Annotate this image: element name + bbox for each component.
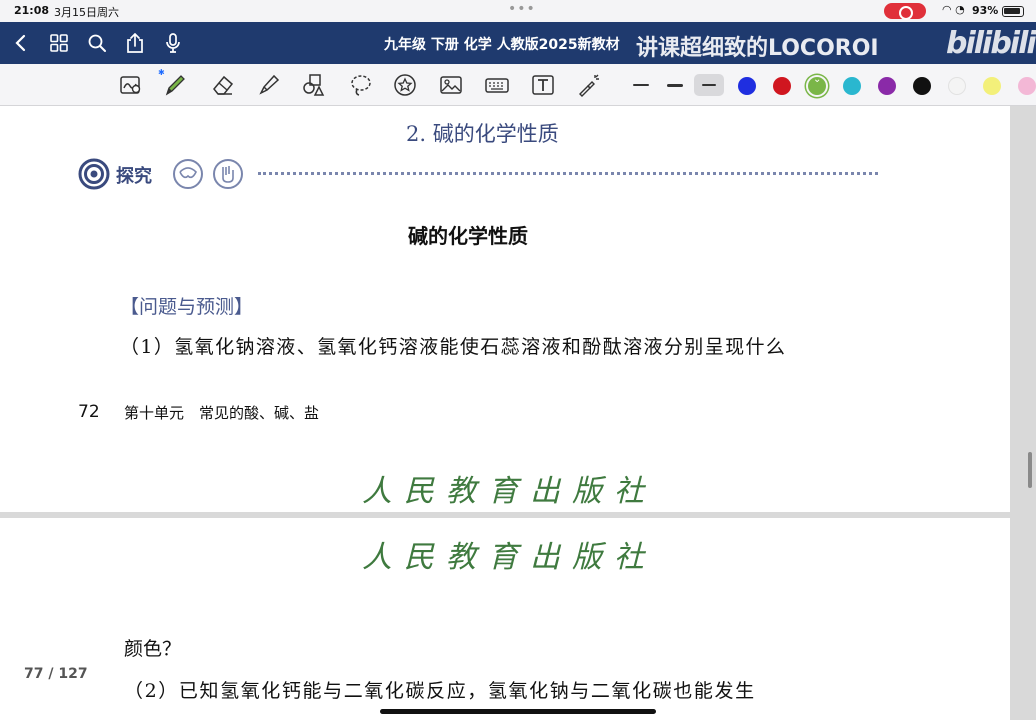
publisher-logo: 人民教育出版社	[362, 540, 656, 575]
shapes-icon[interactable]	[300, 72, 326, 98]
explore-label: 探究	[116, 166, 152, 187]
scrollbar-thumb[interactable]	[1028, 452, 1032, 488]
screen-record-icon[interactable]	[884, 3, 926, 20]
stroke-medium[interactable]	[660, 74, 690, 96]
eraser-icon[interactable]	[210, 72, 236, 98]
battery-percent: 93%	[972, 4, 999, 17]
search-icon[interactable]	[84, 30, 110, 56]
color-yellow[interactable]	[983, 77, 1001, 95]
target-icon	[78, 158, 110, 190]
nav-bar: 九年级 下册 化学 人教版2025新教材 讲课超细致的LOCOROI bilib…	[0, 22, 1036, 64]
color-red[interactable]	[773, 77, 791, 95]
section-title: 2. 碱的化学性质	[406, 122, 559, 146]
back-icon[interactable]	[8, 30, 34, 56]
divider-dotted	[258, 172, 878, 175]
hands-icon	[213, 159, 243, 189]
paragraph-2: （2）已知氢氧化钙能与二氧化碳反应，氢氧化钠与二氧化碳也能发生	[124, 680, 756, 702]
grid-icon[interactable]	[46, 30, 72, 56]
video-overlay-caption: 讲课超细致的LOCOROI	[636, 36, 879, 61]
beaker-icon	[173, 159, 203, 189]
keyboard-icon[interactable]	[484, 72, 510, 98]
publisher-logo: 人民教育出版社	[362, 474, 656, 509]
pen-icon[interactable]	[162, 72, 188, 98]
bilibili-watermark: bilibili	[946, 26, 1036, 61]
page-footer-text: 第十单元 常见的酸、碱、盐	[124, 404, 320, 422]
textbox-icon[interactable]	[530, 72, 556, 98]
mic-icon[interactable]	[160, 30, 186, 56]
color-green-selected[interactable]	[808, 74, 826, 95]
lasso-zoom-icon[interactable]	[118, 72, 144, 98]
color-black[interactable]	[913, 77, 931, 95]
paragraph-continued: 颜色？	[124, 638, 182, 660]
color-white[interactable]	[948, 77, 966, 95]
sticker-icon[interactable]	[392, 72, 418, 98]
image-icon[interactable]	[438, 72, 464, 98]
stroke-thin[interactable]	[626, 74, 656, 96]
wifi-icon: ◠ ◔	[942, 3, 965, 16]
lasso-icon[interactable]	[348, 72, 374, 98]
color-purple[interactable]	[878, 77, 896, 95]
stroke-thick[interactable]	[694, 74, 724, 96]
document-title[interactable]: 九年级 下册 化学 人教版2025新教材	[384, 34, 620, 54]
color-blue[interactable]	[738, 77, 756, 95]
document-page-2[interactable]: 人民教育出版社 颜色？ （2）已知氢氧化钙能与二氧化碳反应，氢氧化钠与二氧化碳也…	[0, 518, 1010, 720]
status-date: 3月15日周六	[54, 6, 119, 19]
page-footer-number: 72	[78, 402, 100, 422]
battery-icon	[1002, 6, 1024, 17]
status-time: 21:08	[14, 4, 50, 17]
home-indicator[interactable]	[380, 709, 656, 714]
annotation-toolbar: ✱	[0, 64, 1036, 106]
multitask-dots-icon[interactable]: •••	[508, 1, 536, 17]
color-pink[interactable]	[1018, 77, 1036, 95]
page-indicator: 77 / 127	[24, 666, 88, 682]
explore-banner: 探究	[78, 156, 898, 190]
paragraph-1: （1）氢氧化钠溶液、氢氧化钙溶液能使石蕊溶液和酚酞溶液分别呈现什么	[120, 336, 787, 358]
question-subheading: 【问题与预测】	[120, 296, 254, 318]
color-cyan[interactable]	[843, 77, 861, 95]
laser-icon[interactable]	[576, 72, 602, 98]
highlighter-icon[interactable]	[256, 72, 282, 98]
document-page-1[interactable]: 2. 碱的化学性质 探究 碱的化学性质 【问题与预测】 （1）氢氧化钠溶液、氢氧…	[0, 106, 1010, 512]
status-bar: 21:08 3月15日周六 ••• ◠ ◔ 93%	[0, 0, 1036, 22]
experiment-heading: 碱的化学性质	[408, 224, 528, 248]
share-icon[interactable]	[122, 30, 148, 56]
